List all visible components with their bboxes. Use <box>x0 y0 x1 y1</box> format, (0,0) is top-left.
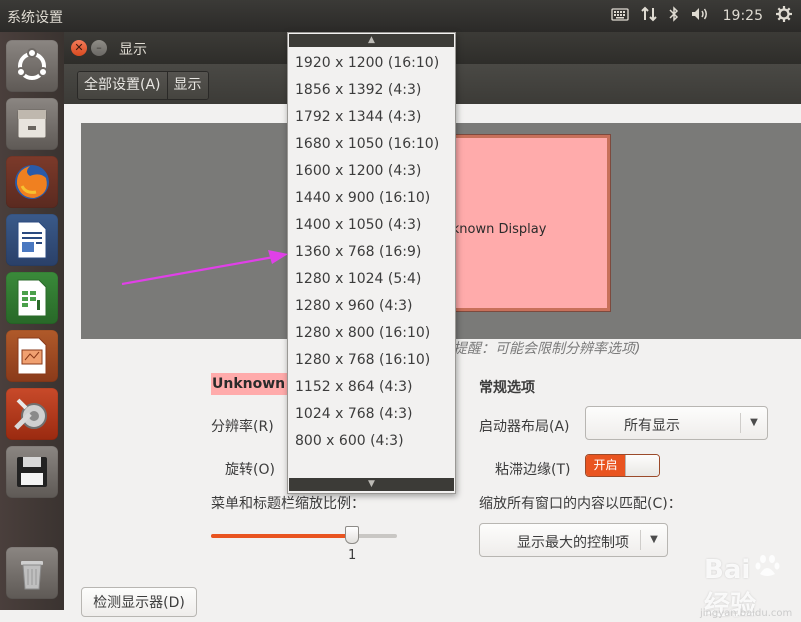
resolution-option[interactable]: 800 x 600 (4:3) <box>295 433 404 449</box>
minimize-icon[interactable]: – <box>91 40 107 56</box>
window-title: 显示 <box>119 42 147 58</box>
resolution-option[interactable]: 1152 x 864 (4:3) <box>295 379 412 395</box>
bluetooth-icon[interactable] <box>669 6 679 26</box>
files-icon[interactable] <box>6 98 58 150</box>
resolution-option[interactable]: 1400 x 1050 (4:3) <box>295 217 421 233</box>
volume-icon[interactable] <box>691 6 711 26</box>
system-settings-icon[interactable] <box>6 388 70 440</box>
impress-icon[interactable] <box>6 330 58 382</box>
scale-slider[interactable] <box>211 534 397 538</box>
chevron-down-icon: ▼ <box>640 530 667 550</box>
resolution-option[interactable]: 1280 x 1024 (5:4) <box>295 271 421 287</box>
sticky-edges-state: 开启 <box>586 455 625 476</box>
sticky-edges-label: 粘滞边缘(T) <box>495 462 571 478</box>
resolution-option[interactable]: 1280 x 800 (16:10) <box>295 325 430 341</box>
resolution-option[interactable]: 1600 x 1200 (4:3) <box>295 163 421 179</box>
launcher-placement-label: 启动器布局(A) <box>479 419 570 435</box>
resolution-option[interactable]: 1360 x 768 (16:9) <box>295 244 421 260</box>
monitor-preview[interactable]: Unknown Display <box>433 135 610 311</box>
trash-icon[interactable] <box>6 547 58 599</box>
resolution-option[interactable]: 1792 x 1344 (4:3) <box>295 109 421 125</box>
breadcrumb-display[interactable]: 显示 <box>166 72 208 99</box>
watermark-brand: Bai <box>704 555 751 585</box>
network-icon[interactable] <box>640 6 657 26</box>
chevron-down-icon: ▼ <box>740 413 767 433</box>
close-icon[interactable]: ✕ <box>71 40 87 56</box>
scroll-down-icon[interactable]: ▼ <box>289 478 454 491</box>
launcher <box>0 32 70 610</box>
rotation-label: 旋转(O) <box>225 462 275 478</box>
keyboard-icon[interactable] <box>610 7 629 25</box>
sticky-edges-toggle[interactable]: 开启 <box>585 454 660 477</box>
system-tray: 19:25 <box>610 0 793 32</box>
resolution-hint: 提醒：可能会限制分辨率选项) <box>453 341 641 357</box>
power-gear-icon[interactable] <box>775 5 793 27</box>
scale-slider-handle[interactable] <box>345 526 359 544</box>
annotation-arrow <box>121 250 288 286</box>
resolution-option[interactable]: 1856 x 1392 (4:3) <box>295 82 421 98</box>
watermark: Bai 经验 jingyan.baidu.com <box>700 552 801 622</box>
resolution-option[interactable]: 1920 x 1200 (16:10) <box>295 55 439 71</box>
dash-home-icon[interactable] <box>6 40 58 92</box>
clock[interactable]: 19:25 <box>723 8 763 24</box>
detect-displays-button[interactable]: 检测显示器(D) <box>81 587 197 617</box>
breadcrumb-all-settings[interactable]: 全部设置(A) <box>78 72 167 99</box>
scroll-up-icon[interactable]: ▲ <box>289 34 454 47</box>
top-panel: 系统设置 19:25 <box>0 0 801 32</box>
resolution-option[interactable]: 1280 x 960 (4:3) <box>295 298 412 314</box>
breadcrumb: 全部设置(A) 显示 <box>77 71 209 100</box>
launcher-placement-select[interactable]: 所有显示 ▼ <box>585 406 768 440</box>
toggle-knob <box>625 455 659 476</box>
scale-all-value: 显示最大的控制项 <box>517 535 629 551</box>
firefox-icon[interactable] <box>6 156 58 208</box>
resolution-option[interactable]: 1680 x 1050 (16:10) <box>295 136 439 152</box>
app-title: 系统设置 <box>7 10 63 26</box>
resolution-label: 分辨率(R) <box>211 419 274 435</box>
scale-slider-fill <box>211 534 352 538</box>
calc-icon[interactable] <box>6 272 58 324</box>
launcher-placement-value: 所有显示 <box>624 418 680 434</box>
scale-all-label: 缩放所有窗口的内容以匹配(C)： <box>479 496 682 512</box>
baidu-paw-icon <box>755 552 783 582</box>
scale-value: 1 <box>348 548 357 563</box>
resolution-option[interactable]: 1024 x 768 (4:3) <box>295 406 412 422</box>
resolution-option[interactable]: 1440 x 900 (16:10) <box>295 190 430 206</box>
scale-label: 菜单和标题栏缩放比例： <box>211 496 365 512</box>
scale-all-select[interactable]: 显示最大的控制项 ▼ <box>479 523 668 557</box>
resolution-dropdown[interactable]: ▲ 1920 x 1200 (16:10) 1856 x 1392 (4:3) 17… <box>287 32 456 494</box>
writer-icon[interactable] <box>6 214 58 266</box>
general-options-heading: 常规选项 <box>479 380 535 396</box>
resolution-option[interactable]: 1280 x 768 (16:10) <box>295 352 430 368</box>
save-disk-icon[interactable] <box>6 446 58 498</box>
